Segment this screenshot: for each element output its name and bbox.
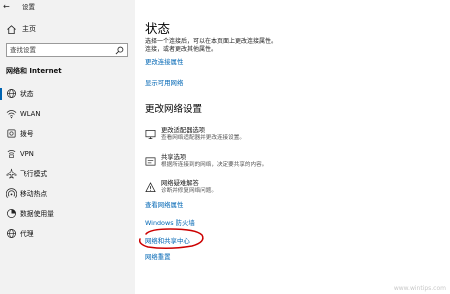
option-description: 根据所连接到的网络，决定要共享的内容。: [161, 162, 268, 168]
home-icon: [7, 25, 16, 35]
titlebar: ← 设置: [0, 0, 135, 14]
option-change-adapter[interactable]: 更改适配器选项 查看网络适配器并更改连接设置。: [145, 127, 345, 149]
sidebar-item-label: 移动热点: [20, 190, 48, 198]
sidebar-item-data-usage[interactable]: 数据使用量: [0, 204, 135, 224]
vpn-icon: [7, 150, 16, 158]
proxy-globe-icon: [7, 229, 16, 238]
sidebar-item-airplane-mode[interactable]: 飞行模式: [0, 164, 135, 184]
data-usage-icon: [7, 209, 16, 218]
show-available-networks-link[interactable]: 显示可用网络: [145, 79, 183, 87]
sidebar-item-label: WLAN: [20, 110, 41, 118]
airplane-icon: [6, 168, 17, 179]
app-title: 设置: [22, 3, 35, 11]
sidebar-item-proxy[interactable]: 代理: [0, 224, 135, 244]
network-reset-link[interactable]: 网络重置: [145, 253, 171, 261]
sidebar-item-label: 代理: [20, 230, 34, 238]
mobile-hotspot-icon: [6, 188, 17, 198]
main-content: 状态 选择一个连接后，可以在本页面上更改连接属性。 连接，或者更改其他属性。 更…: [135, 0, 450, 294]
option-troubleshooter[interactable]: 网络疑难解答 诊断并修复网络问题。: [145, 180, 345, 202]
dialup-phone-icon: [7, 129, 16, 138]
change-network-settings-heading: 更改网络设置: [145, 104, 203, 115]
sidebar-item-status[interactable]: 状态: [0, 84, 135, 104]
globe-icon: [7, 89, 16, 98]
sidebar-item-label: 数据使用量: [20, 210, 54, 218]
watermark: www.wintips.com: [393, 285, 446, 292]
option-description: 诊断并修复网络问题。: [161, 188, 217, 194]
windows-firewall-link[interactable]: Windows 防火墙: [145, 219, 195, 227]
back-arrow-icon[interactable]: ←: [3, 2, 10, 11]
sidebar-section-label: 网络和 Internet: [6, 67, 62, 75]
wifi-icon: [6, 110, 17, 119]
option-title: 更改适配器选项: [161, 127, 206, 134]
option-title: 网络疑难解答: [161, 180, 199, 187]
sidebar-nav: 状态 WLAN 拨号 VPN 飞行模式 移动热点 数据使用量 代理: [0, 84, 135, 244]
warning-icon: [145, 182, 156, 192]
status-description: 选择一个连接后，可以在本页面上更改连接属性。 连接，或者更改其他属性。: [145, 38, 325, 54]
view-network-properties-link[interactable]: 查看网络属性: [145, 201, 183, 209]
sidebar-item-dialup[interactable]: 拨号: [0, 124, 135, 144]
page-title: 状态: [145, 21, 171, 36]
change-connection-properties-link[interactable]: 更改连接属性: [145, 58, 183, 66]
search-box[interactable]: [6, 43, 128, 57]
option-sharing[interactable]: 共享选项 根据所连接到的网络，决定要共享的内容。: [145, 154, 345, 176]
sidebar: ← 设置 主页 网络和 Internet 状态: [0, 0, 135, 294]
option-description: 查看网络适配器并更改连接设置。: [161, 135, 245, 141]
sidebar-item-vpn[interactable]: VPN: [0, 144, 135, 164]
sidebar-item-home-label: 主页: [22, 25, 36, 33]
sidebar-item-label: 飞行模式: [20, 170, 48, 178]
sidebar-item-label: 状态: [20, 90, 34, 98]
status-description-line2: 连接，或者更改其他属性。: [145, 46, 218, 53]
search-icon[interactable]: [115, 46, 124, 55]
status-description-line1: 选择一个连接后，可以在本页面上更改连接属性。: [145, 38, 278, 45]
network-sharing-center-link[interactable]: 网络和共享中心: [145, 237, 190, 245]
sidebar-item-home[interactable]: 主页: [0, 22, 135, 38]
sidebar-item-wlan[interactable]: WLAN: [0, 104, 135, 124]
sharing-icon: [145, 157, 156, 166]
search-input[interactable]: [10, 45, 110, 55]
sidebar-item-label: VPN: [20, 150, 34, 158]
option-title: 共享选项: [161, 154, 187, 161]
sidebar-item-mobile-hotspot[interactable]: 移动热点: [0, 184, 135, 204]
sidebar-item-label: 拨号: [20, 130, 34, 138]
adapter-icon: [145, 130, 156, 139]
